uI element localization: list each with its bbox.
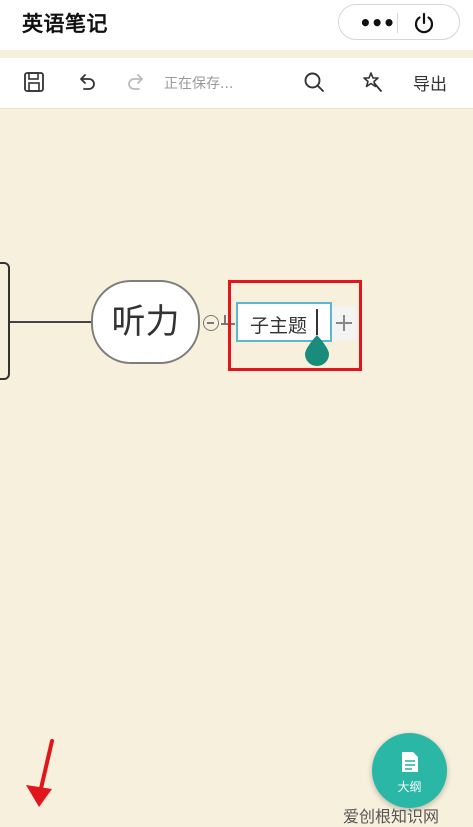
root-node[interactable]: [0, 262, 10, 380]
selection-handle-icon[interactable]: [303, 334, 331, 366]
more-icon[interactable]: •••: [359, 11, 395, 35]
outline-button[interactable]: 大纲: [372, 733, 447, 808]
power-icon[interactable]: [411, 10, 437, 36]
toolbar: 正在保存... 导出: [0, 58, 473, 109]
title-bar: 英语笔记 •••: [0, 0, 473, 50]
capsule-divider: [397, 13, 398, 33]
add-node-button[interactable]: [332, 306, 356, 340]
root-connector: [10, 321, 92, 323]
annotation-arrow-icon: [26, 739, 54, 807]
text-caret: [316, 309, 318, 335]
watermark: 爱创根知识网: [343, 807, 440, 826]
mini-program-capsule: •••: [338, 4, 460, 40]
magic-wand-icon[interactable]: [360, 70, 384, 94]
search-icon[interactable]: [302, 70, 326, 94]
outline-label: 大纲: [397, 780, 422, 794]
mindmap-canvas[interactable]: 听力 子主题 大纲 爱创根知识网: [0, 109, 473, 826]
collapse-icon[interactable]: [203, 315, 219, 331]
export-button[interactable]: 导出: [413, 70, 447, 95]
topic-label: 听力: [111, 302, 180, 342]
undo-icon[interactable]: [75, 70, 99, 94]
redo-icon[interactable]: [124, 70, 148, 94]
save-status: 正在保存...: [164, 76, 234, 92]
topic-node[interactable]: 听力: [91, 280, 200, 364]
app-title: 英语笔记: [22, 12, 108, 36]
document-icon: [402, 752, 418, 772]
save-icon[interactable]: [22, 70, 46, 94]
subtopic-label: 子主题: [250, 315, 308, 337]
branch-tick: [224, 315, 226, 324]
